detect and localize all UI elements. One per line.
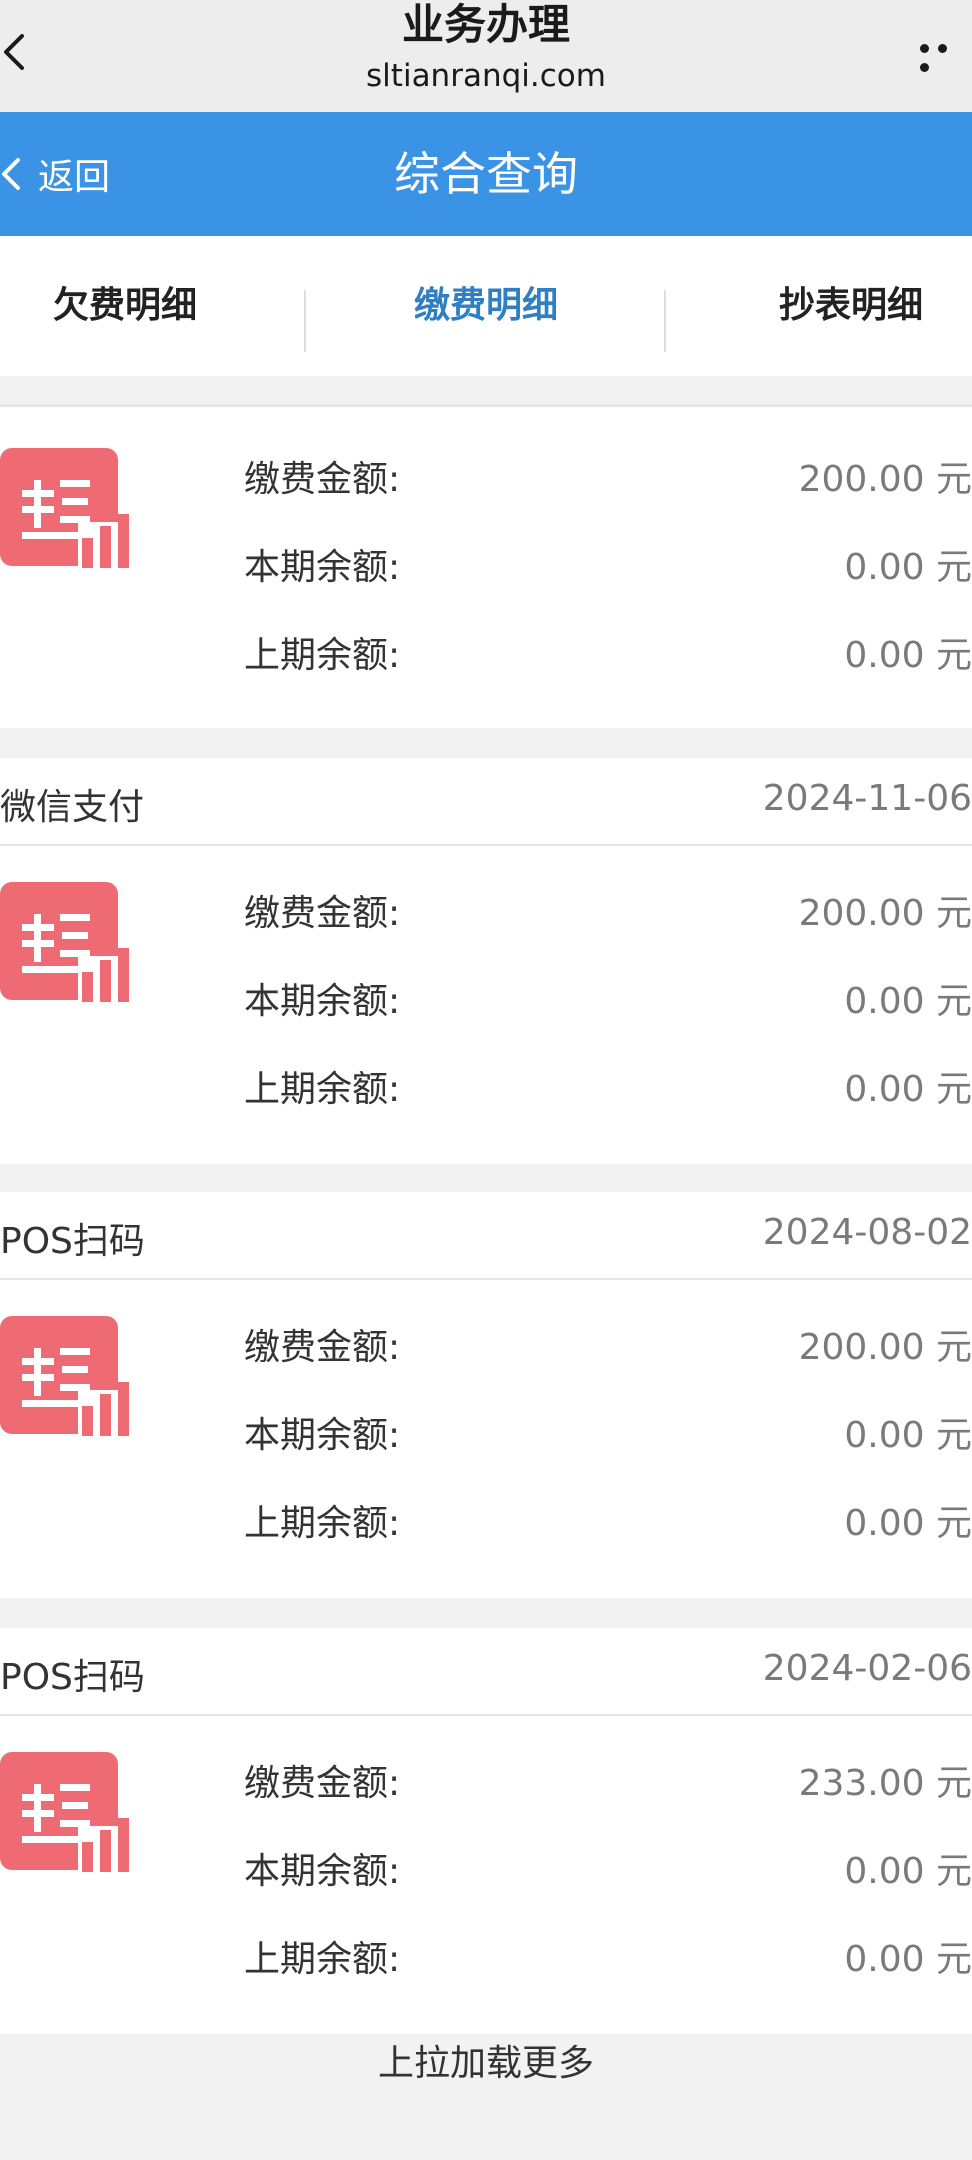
payment-method: POS扫码	[0, 1657, 145, 1698]
previous-balance-label: 上期余额:	[244, 1069, 401, 1110]
amount-value: 200.00 元	[798, 893, 972, 934]
payment-record[interactable]: POS扫码 2024-08-02 缴费金额: 200.00 元 本期余额: 0.	[0, 1192, 972, 1598]
record-header: POS扫码 2024-02-06	[0, 1628, 972, 1716]
browser-titles: 业务办理 sltianranqi.com	[0, 0, 972, 96]
amount-label: 缴费金额:	[244, 459, 401, 500]
amount-value: 200.00 元	[798, 459, 972, 500]
payment-record[interactable]: 微信支付 2024-11-06 缴费金额: 200.00 元 本期余额: 0.0	[0, 758, 972, 1164]
payment-record[interactable]: POS扫码 2024-02-06 缴费金额: 233.00 元 本期余额: 0.	[0, 1628, 972, 2034]
previous-balance-label: 上期余额:	[244, 635, 401, 676]
current-balance-row: 本期余额: 0.00 元	[244, 1842, 972, 1892]
payment-date: 2024-08-02	[762, 1212, 972, 1253]
payment-method: 微信支付	[0, 787, 145, 828]
amount-value: 233.00 元	[798, 1763, 972, 1804]
divider	[0, 404, 972, 407]
current-balance-row: 本期余额: 0.00 元	[244, 1406, 972, 1456]
payment-receipt-icon	[0, 1316, 136, 1436]
previous-balance-value: 0.00 元	[844, 1939, 972, 1980]
previous-balance-label: 上期余额:	[244, 1503, 401, 1544]
amount-label: 缴费金额:	[244, 1327, 401, 1368]
record-header: POS扫码 2024-08-02	[0, 1192, 972, 1280]
record-header: 微信支付 2024-11-06	[0, 758, 972, 846]
previous-balance-row: 上期余额: 0.00 元	[244, 1060, 972, 1110]
amount-label: 缴费金额:	[244, 1763, 401, 1804]
payment-date: 2024-11-06	[762, 778, 972, 819]
payment-receipt-icon	[0, 448, 136, 568]
previous-balance-row: 上期余额: 0.00 元	[244, 626, 972, 676]
current-balance-value: 0.00 元	[844, 547, 972, 588]
page-header: 返回 综合查询	[0, 112, 972, 236]
previous-balance-value: 0.00 元	[844, 635, 972, 676]
load-more-hint[interactable]: 上拉加载更多	[0, 2034, 972, 2086]
more-dots-icon[interactable]	[920, 38, 972, 72]
tab-bar: 欠费明细 缴费明细 抄表明细	[0, 236, 972, 376]
previous-balance-value: 0.00 元	[844, 1069, 972, 1110]
page-title: 综合查询	[394, 147, 578, 201]
amount-row: 缴费金额: 200.00 元	[244, 884, 972, 934]
tab-payments[interactable]: 缴费明细	[306, 236, 666, 376]
payment-receipt-icon	[0, 882, 136, 1002]
current-balance-value: 0.00 元	[844, 1415, 972, 1456]
tab-meter-reading[interactable]: 抄表明细	[730, 236, 972, 376]
browser-domain: sltianranqi.com	[366, 58, 606, 94]
payment-receipt-icon	[0, 1752, 136, 1872]
browser-bar: 业务办理 sltianranqi.com	[0, 0, 972, 112]
previous-balance-row: 上期余额: 0.00 元	[244, 1930, 972, 1980]
amount-value: 200.00 元	[798, 1327, 972, 1368]
current-balance-label: 本期余额:	[244, 1415, 401, 1456]
amount-label: 缴费金额:	[244, 893, 401, 934]
amount-row: 缴费金额: 200.00 元	[244, 1318, 972, 1368]
tab-divider	[664, 290, 666, 352]
browser-title: 业务办理	[401, 0, 570, 49]
previous-balance-row: 上期余额: 0.00 元	[244, 1494, 972, 1544]
current-balance-label: 本期余额:	[244, 1851, 401, 1892]
payment-method: POS扫码	[0, 1221, 145, 1262]
payment-record[interactable]: 缴费金额: 200.00 元 本期余额: 0.00 元 上期余额: 0.00 元	[0, 404, 972, 728]
previous-balance-label: 上期余额:	[244, 1939, 401, 1980]
tab-arrears[interactable]: 欠费明细	[0, 236, 250, 376]
current-balance-label: 本期余额:	[244, 547, 401, 588]
payment-date: 2024-02-06	[762, 1648, 972, 1689]
current-balance-value: 0.00 元	[844, 981, 972, 1022]
amount-row: 缴费金额: 233.00 元	[244, 1754, 972, 1804]
current-balance-label: 本期余额:	[244, 981, 401, 1022]
previous-balance-value: 0.00 元	[844, 1503, 972, 1544]
current-balance-row: 本期余额: 0.00 元	[244, 972, 972, 1022]
current-balance-row: 本期余额: 0.00 元	[244, 538, 972, 588]
amount-row: 缴费金额: 200.00 元	[244, 450, 972, 500]
current-balance-value: 0.00 元	[844, 1851, 972, 1892]
